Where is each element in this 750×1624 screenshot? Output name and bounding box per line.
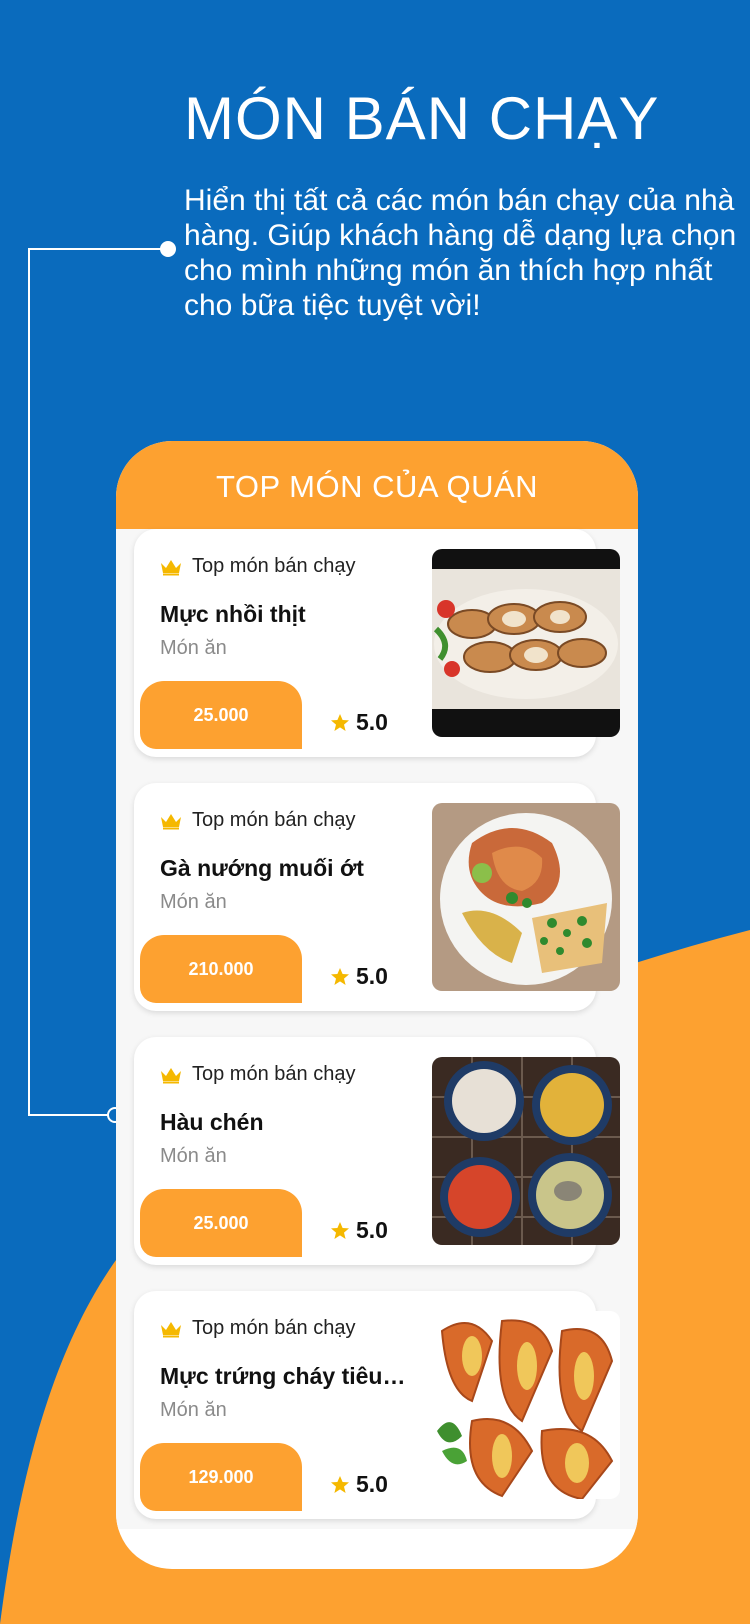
food-card[interactable]: Top món bán chạy Mực nhồi thịt Món ăn 25… [134,529,620,757]
rating-value: 5.0 [356,1217,388,1243]
food-name: Gà nướng muối ớt [160,855,364,881]
badge-label: Top món bán chạy [192,1063,356,1085]
food-category: Món ăn [160,1399,227,1421]
top-seller-badge: Top món bán chạy [160,555,355,578]
badge-label: Top món bán chạy [192,1317,356,1339]
food-name: Hàu chén [160,1109,264,1135]
badge-label: Top món bán chạy [192,555,356,577]
screen-header: TOP MÓN CỦA QUÁN [116,441,638,529]
price-button[interactable]: 210.000 [140,935,302,1003]
food-category: Món ăn [160,1145,227,1167]
promo-headline: MÓN BÁN CHẠY [184,85,660,152]
rating-value: 5.0 [356,963,388,989]
badge-label: Top món bán chạy [192,809,356,831]
crown-icon [161,1067,181,1083]
grilled-chicken-image [432,803,620,991]
food-name: Mực nhồi thịt [160,601,306,627]
rating: 5.0 [330,709,388,736]
price-button[interactable]: 129.000 [140,1443,302,1511]
food-category: Món ăn [160,891,227,913]
rating-value: 5.0 [356,1471,388,1497]
food-card[interactable]: Top món bán chạy Hàu chén Món ăn 25.000 … [134,1037,620,1265]
squid-eggs-image [432,1311,620,1499]
rating-value: 5.0 [356,709,388,735]
crown-icon [161,559,181,575]
price-button[interactable]: 25.000 [140,1189,302,1257]
star-icon [331,1475,349,1493]
rating: 5.0 [330,1217,388,1244]
oysters-in-bowls-image [432,1057,620,1245]
connector-dot-top [160,241,176,257]
top-seller-badge: Top món bán chạy [160,1317,355,1340]
rating: 5.0 [330,963,388,990]
food-list: Top món bán chạy Mực nhồi thịt Món ăn 25… [116,529,638,1529]
crown-icon [161,1321,181,1337]
rating: 5.0 [330,1471,388,1498]
food-card[interactable]: Top món bán chạy Gà nướng muối ớt Món ăn… [134,783,620,1011]
star-icon [331,713,349,731]
food-category: Món ăn [160,637,227,659]
price-button[interactable]: 25.000 [140,681,302,749]
star-icon [331,967,349,985]
screen-title: TOP MÓN CỦA QUÁN [215,469,539,504]
top-seller-badge: Top món bán chạy [160,1063,355,1086]
star-icon [331,1221,349,1239]
phone-screen: TOP MÓN CỦA QUÁN Top món bán chạy Mực nh… [116,441,638,1569]
top-seller-badge: Top món bán chạy [160,809,355,832]
stuffed-squid-image [432,549,620,737]
promo-description: Hiển thị tất cả các món bán chạy của nhà… [184,184,737,322]
food-name: Mực trứng cháy tiêu xanh [160,1363,410,1389]
crown-icon [161,813,181,829]
food-card[interactable]: Top món bán chạy Mực trứng cháy tiêu xan… [134,1291,620,1519]
